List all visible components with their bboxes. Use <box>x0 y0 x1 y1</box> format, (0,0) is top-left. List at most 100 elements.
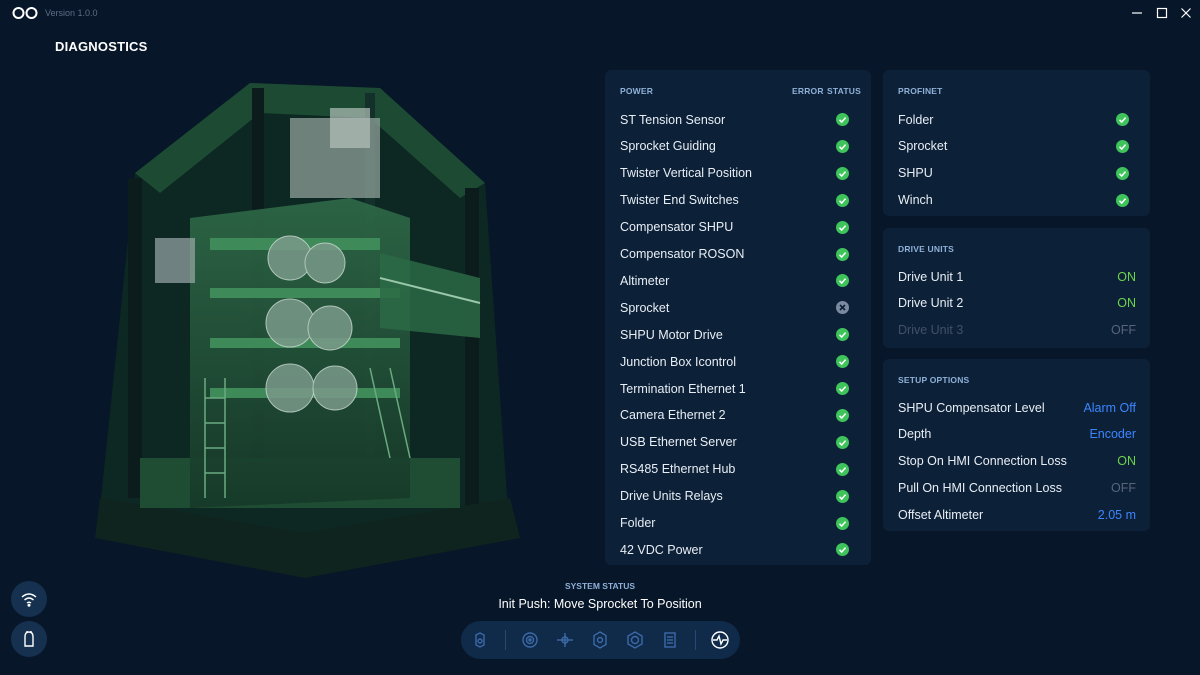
power-item-row: SHPU Motor Drive <box>605 321 871 348</box>
setup-option-row[interactable]: Depth Encoder <box>883 421 1150 448</box>
power-item-label: Compensator SHPU <box>620 220 734 235</box>
setup-option-row[interactable]: SHPU Compensator Level Alarm Off <box>883 394 1150 421</box>
setup-options-panel: SETUP OPTIONS SHPU Compensator Level Alar… <box>883 359 1150 531</box>
profinet-item-row: Folder <box>883 106 1150 133</box>
profinet-item-row: Sprocket <box>883 133 1150 160</box>
bottom-toolbar <box>461 621 740 659</box>
drive-unit-value: ON <box>1117 296 1136 311</box>
check-icon <box>836 166 849 180</box>
diagnostics-icon <box>711 631 729 649</box>
profinet-item-label: Folder <box>898 112 934 127</box>
power-item-label: RS485 Ethernet Hub <box>620 462 736 477</box>
app-version: Version 1.0.0 <box>45 8 98 18</box>
profinet-item-label: Sprocket <box>898 139 948 154</box>
log-button[interactable] <box>660 630 680 650</box>
drive-unit-label: Drive Unit 2 <box>898 296 964 311</box>
power-item-label: Camera Ethernet 2 <box>620 408 726 423</box>
power-item-row: RS485 Ethernet Hub <box>605 456 871 483</box>
close-button[interactable] <box>1177 4 1195 22</box>
error-column-header: ERROR <box>792 86 824 96</box>
page-title: DIAGNOSTICS <box>55 39 148 54</box>
pan-button[interactable] <box>555 630 575 650</box>
toolbar-separator <box>695 630 696 650</box>
toolbar-separator <box>505 630 506 650</box>
power-item-row: Altimeter <box>605 267 871 294</box>
check-icon <box>836 543 849 557</box>
system-status-text: Init Push: Move Sprocket To Position <box>498 597 702 611</box>
machine-3d-model[interactable] <box>80 78 550 583</box>
power-panel: POWER ERROR STATUS ST Tension Sensor Spro… <box>605 70 871 565</box>
setup-option-value[interactable]: OFF <box>1111 481 1136 495</box>
title-bar: Version 1.0.0 <box>0 0 1200 26</box>
power-item-row: Termination Ethernet 1 <box>605 375 871 402</box>
check-icon <box>836 435 849 449</box>
setup-option-value[interactable]: 2.05 m <box>1098 508 1136 522</box>
check-icon <box>836 516 849 530</box>
device-button[interactable] <box>470 630 490 650</box>
check-icon <box>836 193 849 207</box>
minimize-button[interactable] <box>1128 4 1146 22</box>
power-item-row: Twister End Switches <box>605 187 871 214</box>
check-icon <box>836 139 849 153</box>
check-icon <box>836 382 849 395</box>
power-item-label: 42 VDC Power <box>620 542 703 557</box>
device-icon <box>475 632 485 648</box>
wifi-icon <box>21 593 37 607</box>
camera-button[interactable] <box>625 630 645 650</box>
camera-icon <box>627 631 643 649</box>
power-item-label: Altimeter <box>620 273 670 288</box>
check-icon <box>836 220 849 234</box>
profinet-header: PROFINET <box>898 86 943 96</box>
check-icon <box>836 247 849 261</box>
power-item-label: Termination Ethernet 1 <box>620 381 746 396</box>
setup-option-label: Pull On HMI Connection Loss <box>898 481 1062 496</box>
setup-options-header: SETUP OPTIONS <box>898 375 970 385</box>
drive-unit-row: Drive Unit 1 ON <box>883 263 1150 290</box>
power-item-row: Compensator ROSON <box>605 241 871 268</box>
diagnostics-button[interactable] <box>710 630 730 650</box>
drive-unit-row: Drive Unit 3 OFF <box>883 317 1150 344</box>
setup-option-row[interactable]: Offset Altimeter 2.05 m <box>883 502 1150 529</box>
check-icon <box>836 462 849 476</box>
setup-option-row[interactable]: Pull On HMI Connection Loss OFF <box>883 475 1150 502</box>
setup-option-value[interactable]: Alarm Off <box>1083 401 1136 415</box>
check-icon <box>1116 193 1129 207</box>
power-item-row: Drive Units Relays <box>605 483 871 510</box>
setup-option-value[interactable]: ON <box>1117 454 1136 468</box>
log-icon <box>664 632 676 648</box>
drive-unit-label: Drive Unit 1 <box>898 269 964 284</box>
drive-unit-value: ON <box>1117 269 1136 284</box>
target-button[interactable] <box>520 630 540 650</box>
check-icon <box>836 489 849 503</box>
drive-unit-value: OFF <box>1111 323 1136 338</box>
power-item-label: Twister Vertical Position <box>620 166 752 181</box>
setup-option-value[interactable]: Encoder <box>1089 427 1136 441</box>
profinet-item-row: Winch <box>883 187 1150 214</box>
check-icon <box>836 355 849 369</box>
check-icon <box>1116 113 1129 126</box>
maximize-icon <box>1156 7 1168 19</box>
power-item-label: Twister End Switches <box>620 193 739 208</box>
power-item-row: Compensator SHPU <box>605 214 871 241</box>
power-item-row: Sprocket Guiding <box>605 133 871 160</box>
wifi-button[interactable] <box>11 581 47 617</box>
setup-option-label: Depth <box>898 427 932 442</box>
drive-unit-row: Drive Unit 2 ON <box>883 290 1150 317</box>
check-icon <box>1116 139 1129 153</box>
bell-icon <box>24 631 34 647</box>
drive-units-panel: DRIVE UNITS Drive Unit 1 ON Drive Unit 2 ON… <box>883 228 1150 348</box>
power-item-row: Junction Box Icontrol <box>605 348 871 375</box>
setup-option-row[interactable]: Stop On HMI Connection Loss ON <box>883 448 1150 475</box>
settings-button[interactable] <box>590 630 610 650</box>
target-icon <box>522 632 538 648</box>
minimize-icon <box>1132 12 1142 14</box>
check-icon <box>836 328 849 342</box>
power-item-row: Sprocket <box>605 294 871 321</box>
notifications-button[interactable] <box>11 621 47 657</box>
maximize-button[interactable] <box>1153 4 1171 22</box>
system-status-header: SYSTEM STATUS <box>564 581 636 591</box>
setup-option-label: Offset Altimeter <box>898 508 984 523</box>
power-item-row: 42 VDC Power <box>605 536 871 563</box>
power-item-label: Sprocket Guiding <box>620 139 716 154</box>
power-item-row: Twister Vertical Position <box>605 160 871 187</box>
